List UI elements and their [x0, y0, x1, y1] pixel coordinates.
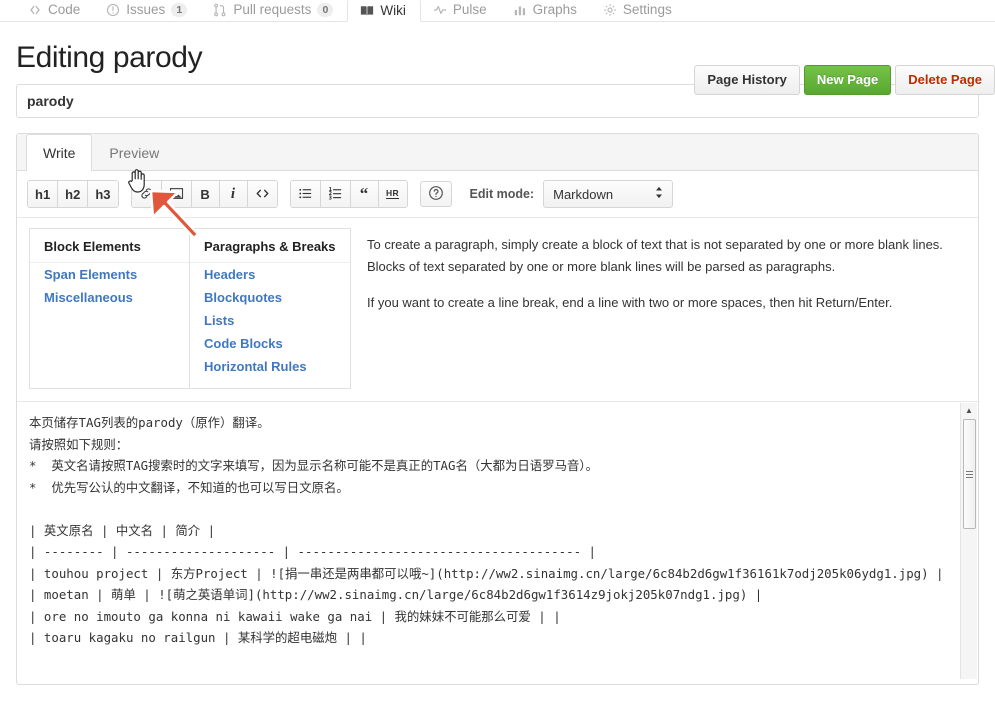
- ordered-list-icon: 123: [328, 186, 343, 203]
- pulse-icon: [433, 3, 447, 17]
- scrollbar-grip-icon: [966, 469, 973, 480]
- book-icon: [360, 4, 374, 18]
- repo-nav-label: Pulse: [452, 2, 487, 17]
- help-paragraph: To create a paragraph, simply create a b…: [367, 237, 943, 274]
- link-button[interactable]: [131, 181, 162, 207]
- repo-nav-label: Settings: [622, 2, 672, 17]
- repo-nav-item-code[interactable]: Code: [16, 0, 94, 21]
- repo-nav-item-settings[interactable]: Settings: [591, 0, 686, 21]
- gear-icon: [603, 3, 617, 17]
- git-pull-request-icon: [213, 3, 227, 17]
- help-column-paragraphs-breaks: Paragraphs & Breaks Headers Blockquotes …: [190, 228, 350, 388]
- code-icon: [28, 3, 42, 17]
- repo-nav-label: Code: [48, 2, 81, 17]
- graph-icon: [513, 3, 527, 17]
- horizontal-rule-button[interactable]: HR: [378, 181, 407, 207]
- code-icon: [255, 186, 270, 203]
- help-link-horizontal-rules[interactable]: Horizontal Rules: [190, 355, 350, 378]
- repo-nav-item-pull-requests[interactable]: Pull requests 0: [201, 0, 347, 21]
- repo-nav-label: Graphs: [532, 2, 577, 17]
- wiki-header-actions: Page History New Page Delete Page: [694, 65, 995, 95]
- image-icon: [169, 186, 184, 203]
- help-link-headers[interactable]: Headers: [190, 263, 350, 286]
- chevron-updown-icon: [654, 186, 664, 203]
- scrollbar-thumb[interactable]: [963, 419, 976, 529]
- page-history-button[interactable]: Page History: [694, 65, 800, 95]
- help-link-lists[interactable]: Lists: [190, 309, 350, 332]
- repo-nav-label: Pull requests: [233, 2, 312, 17]
- tab-write[interactable]: Write: [26, 134, 93, 171]
- issues-counter: 1: [171, 2, 188, 17]
- ordered-list-button[interactable]: 123: [320, 181, 351, 207]
- markdown-help-nav: Block Elements Span Elements Miscellaneo…: [29, 228, 351, 389]
- toolbar-group-headings: h1 h2 h3: [27, 180, 119, 208]
- scrollbar-up-arrow-icon[interactable]: ▲: [961, 403, 977, 418]
- image-button[interactable]: [161, 181, 192, 207]
- wiki-content-textarea[interactable]: [17, 402, 978, 679]
- tab-preview[interactable]: Preview: [92, 134, 176, 171]
- italic-button[interactable]: i: [219, 181, 248, 207]
- editor-textarea-wrapper: ▲: [17, 402, 978, 684]
- repo-nav-label: Wiki: [380, 3, 406, 18]
- heading-1-button[interactable]: h1: [28, 181, 59, 207]
- page-header: Editing parody Page History New Page Del…: [0, 22, 995, 95]
- editor-tabbar: Write Preview: [17, 134, 978, 171]
- help-column-title: Block Elements: [30, 228, 189, 263]
- new-page-button[interactable]: New Page: [803, 65, 892, 95]
- tab-write-label: Write: [43, 145, 76, 161]
- svg-text:3: 3: [328, 195, 331, 201]
- markdown-help-panel: Block Elements Span Elements Miscellaneo…: [17, 218, 978, 402]
- horizontal-rule-icon: HR: [385, 187, 400, 200]
- quote-icon: “: [359, 184, 369, 203]
- repo-nav-label: Issues: [126, 2, 166, 17]
- pull-requests-counter: 0: [317, 2, 334, 17]
- toolbar-group-blocks: 123 “ HR: [289, 180, 408, 208]
- repo-nav-item-issues[interactable]: Issues 1: [94, 0, 201, 21]
- unordered-list-button[interactable]: [290, 181, 321, 207]
- repository-nav: Code Issues 1 Pull requests 0 Wiki Pulse…: [0, 0, 995, 22]
- repo-nav-item-graphs[interactable]: Graphs: [501, 0, 591, 21]
- markdown-help-body: To create a paragraph, simply create a b…: [351, 228, 966, 389]
- help-link-code-blocks[interactable]: Code Blocks: [190, 332, 350, 355]
- tab-preview-label: Preview: [109, 145, 160, 161]
- help-column-title: Paragraphs & Breaks: [190, 228, 350, 263]
- toolbar-group-inline: B i: [130, 180, 278, 208]
- repo-nav-item-pulse[interactable]: Pulse: [421, 0, 501, 21]
- edit-mode-select[interactable]: Markdown: [543, 180, 674, 208]
- help-icon: [428, 185, 444, 203]
- markdown-help-button[interactable]: [419, 181, 452, 207]
- code-button[interactable]: [247, 181, 277, 207]
- edit-mode-control: Edit mode: Markdown: [470, 180, 674, 208]
- blockquote-button[interactable]: “: [350, 181, 379, 207]
- link-icon: [139, 186, 154, 203]
- help-column-block-elements: Block Elements Span Elements Miscellaneo…: [30, 228, 190, 388]
- help-link-blockquotes[interactable]: Blockquotes: [190, 286, 350, 309]
- repo-nav-item-wiki[interactable]: Wiki: [347, 0, 421, 22]
- wiki-editor: Write Preview h1 h2 h3 B i 1 2 3 “ HR Ed…: [16, 133, 979, 685]
- help-link-span-elements[interactable]: Span Elements: [30, 263, 189, 286]
- heading-3-button[interactable]: h3: [88, 181, 118, 207]
- heading-2-button[interactable]: h2: [58, 181, 89, 207]
- issue-opened-icon: [106, 3, 120, 17]
- edit-mode-label: Edit mode:: [469, 187, 535, 201]
- editor-vertical-scrollbar[interactable]: ▲: [960, 403, 977, 679]
- edit-mode-value: Markdown: [553, 186, 614, 202]
- bold-button[interactable]: B: [191, 181, 220, 207]
- unordered-list-icon: [298, 186, 313, 203]
- delete-page-button[interactable]: Delete Page: [895, 65, 995, 95]
- help-link-miscellaneous[interactable]: Miscellaneous: [30, 286, 189, 309]
- markdown-toolbar: h1 h2 h3 B i 1 2 3 “ HR Edit mode: Markd…: [17, 171, 978, 218]
- help-paragraph: If you want to create a line break, end …: [367, 295, 893, 310]
